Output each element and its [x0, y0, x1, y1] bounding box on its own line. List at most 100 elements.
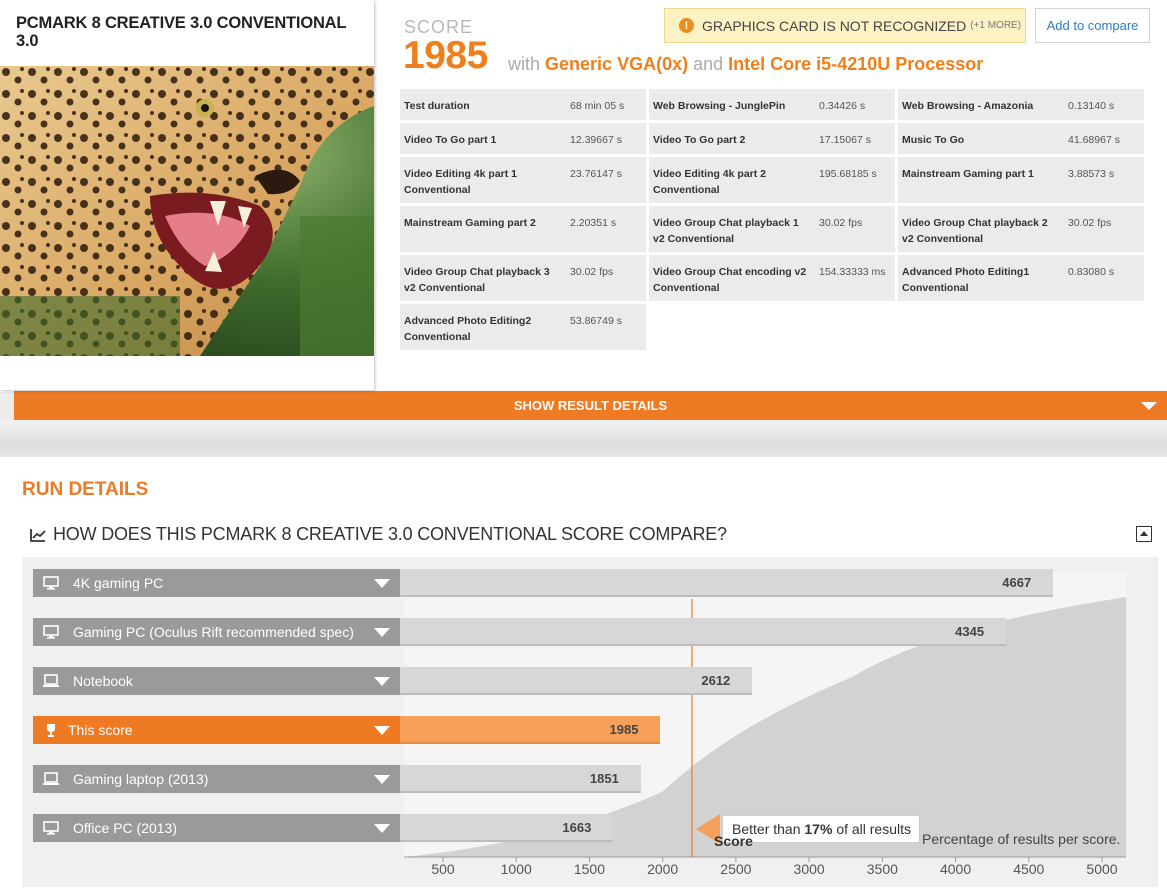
chevron-down-icon[interactable]: [374, 579, 390, 588]
subscore-cell: Web Browsing - JunglePin 0.34426 s: [649, 89, 895, 120]
subscore-name: Video Group Chat encoding v2 Conventiona…: [653, 266, 807, 294]
x-tick-label: 1000: [500, 861, 532, 877]
subscore-value: 68 min 05 s: [570, 100, 625, 112]
score-bar: 2612: [400, 667, 753, 695]
comparison-row-0[interactable]: 4K gaming PC: [33, 569, 400, 597]
score-bar-value: 1985: [609, 722, 639, 737]
subscore-cell: Video Group Chat playback 2 v2 Conventio…: [898, 206, 1144, 252]
subscore-value: 3.88573 s: [1068, 168, 1115, 180]
gpu-name[interactable]: Generic VGA(0x): [545, 54, 688, 74]
run-details-title: RUN DETAILS: [22, 479, 149, 500]
comparison-row-5[interactable]: Office PC (2013): [33, 814, 400, 842]
subscore-cell: Video To Go part 1 12.39667 s: [400, 123, 646, 154]
comparison-row-label: Office PC (2013): [73, 820, 178, 836]
subscore-value: 0.34426 s: [819, 100, 866, 112]
chevron-down-icon[interactable]: [374, 775, 390, 784]
subscore-name: Test duration: [404, 100, 470, 112]
score-value: 1985: [403, 34, 488, 77]
callout-suffix: of all results: [836, 821, 912, 837]
x-tick-label: 1500: [573, 861, 606, 877]
comparison-row-label: Gaming PC (Oculus Rift recommended spec): [73, 624, 354, 640]
score-bar: 1851: [400, 765, 641, 793]
trophy-icon: [47, 724, 55, 737]
chevron-down-icon[interactable]: [374, 677, 390, 686]
subscore-cell: Music To Go 41.68967 s: [898, 123, 1144, 154]
x-tick-label: 4500: [1013, 861, 1045, 877]
subscore-cell: Video Group Chat encoding v2 Conventiona…: [649, 255, 895, 301]
laptop-icon: [43, 772, 59, 785]
show-details-label: SHOW RESULT DETAILS: [513, 398, 668, 413]
background-texture: [0, 420, 1167, 460]
monitor-icon: [43, 625, 59, 639]
subscore-name: Video To Go part 1: [404, 134, 497, 146]
subscore-cell: Video Editing 4k part 1 Conventional 23.7…: [400, 157, 646, 203]
monitor-icon: [43, 821, 59, 835]
benchmark-image: [0, 66, 374, 356]
x-tick-label: 500: [431, 861, 455, 877]
x-tick-label: 3000: [793, 861, 825, 877]
cpu-name[interactable]: Intel Core i5-4210U Processor: [728, 54, 983, 74]
subscore-value: 0.83080 s: [1068, 266, 1115, 278]
line-chart-icon: [30, 529, 46, 542]
with-text: with: [508, 54, 541, 74]
result-card: PCMARK 8 CREATIVE 3.0 CONVENTIONAL 3.0 S…: [0, 0, 1167, 392]
compare-header: HOW DOES THIS PCMARK 8 CREATIVE 3.0 CONV…: [22, 517, 1158, 558]
compare-title: HOW DOES THIS PCMARK 8 CREATIVE 3.0 CONV…: [53, 524, 727, 544]
comparison-row-4[interactable]: Gaming laptop (2013): [33, 765, 400, 793]
subscore-cell: Mainstream Gaming part 2 2.20351 s: [400, 206, 646, 252]
subscore-value: 17.15067 s: [819, 134, 871, 146]
distribution-label: Percentage of results per score.: [922, 831, 1121, 847]
x-tick-label: 2500: [720, 861, 752, 877]
x-tick-label: 5000: [1086, 861, 1118, 877]
comparison-row-2[interactable]: Notebook: [33, 667, 400, 695]
subscore-name: Video To Go part 2: [653, 134, 746, 146]
subscore-value: 30.02 fps: [1068, 217, 1112, 229]
warning-more[interactable]: (+1 MORE): [970, 20, 1021, 31]
subscore-cell: Test duration 68 min 05 s: [400, 89, 646, 120]
comparison-row-label: Notebook: [73, 673, 133, 689]
subscore-value: 2.20351 s: [570, 217, 617, 229]
warning-banner[interactable]: ! GRAPHICS CARD IS NOT RECOGNIZED (+1 MO…: [664, 8, 1026, 43]
subscore-value: 154.33333 ms: [819, 266, 886, 278]
score-bar: 4345: [400, 618, 1007, 646]
subscore-grid: Test duration 68 min 05 s Web Browsing - J…: [400, 89, 1144, 350]
chevron-down-icon[interactable]: [374, 824, 390, 833]
comparison-row-1[interactable]: Gaming PC (Oculus Rift recommended spec): [33, 618, 400, 646]
chevron-down-icon[interactable]: [374, 628, 390, 637]
score-bar: 1663: [400, 814, 614, 842]
subscore-cell: Mainstream Gaming part 1 3.88573 s: [898, 157, 1144, 203]
collapse-button[interactable]: [1136, 526, 1152, 542]
chevron-down-icon[interactable]: [374, 726, 390, 735]
warning-icon: !: [679, 18, 694, 33]
score-bar-value: 4345: [955, 624, 985, 639]
score-bar: 1985: [400, 716, 661, 744]
subscore-value: 30.02 fps: [819, 217, 863, 229]
subscore-cell: Video Editing 4k part 2 Conventional 195.…: [649, 157, 895, 203]
benchmark-title: PCMARK 8 CREATIVE 3.0 CONVENTIONAL 3.0: [16, 14, 346, 50]
score-bar-value: 2612: [701, 673, 731, 688]
subscore-cell: Web Browsing - Amazonia 0.13140 s: [898, 89, 1144, 120]
laptop-icon: [43, 674, 59, 687]
subscore-value: 195.68185 s: [819, 168, 877, 180]
subscore-cell: Advanced Photo Editing2 Conventional 53.8…: [400, 304, 646, 350]
score-bar: 4667: [400, 569, 1054, 597]
subscore-value: 53.86749 s: [570, 315, 622, 327]
x-tick-label: 4000: [939, 861, 972, 877]
subscore-name: Advanced Photo Editing2 Conventional: [404, 315, 532, 343]
comparison-row-label: This score: [68, 722, 133, 738]
subscore-name: Advanced Photo Editing1 Conventional: [902, 266, 1030, 294]
subscore-name: Web Browsing - Amazonia: [902, 100, 1034, 112]
comparison-row-label: 4K gaming PC: [73, 575, 164, 591]
score-comparison-chart: Better than 17% of all results Score Per…: [22, 557, 1158, 887]
comparison-row-3[interactable]: This score: [33, 716, 400, 744]
subscore-name: Music To Go: [902, 134, 965, 146]
and-text: and: [693, 54, 724, 74]
show-result-details-button[interactable]: SHOW RESULT DETAILS: [14, 391, 1167, 420]
chevron-down-icon: [1141, 402, 1157, 410]
subscore-cell: Advanced Photo Editing1 Conventional 0.83…: [898, 255, 1144, 301]
score-bar-value: 1663: [562, 820, 592, 835]
subscore-value: 30.02 fps: [570, 266, 614, 278]
add-to-compare-button[interactable]: Add to compare: [1035, 8, 1150, 43]
score-bar-value: 4667: [1002, 575, 1032, 590]
comparison-row-label: Gaming laptop (2013): [73, 771, 209, 787]
